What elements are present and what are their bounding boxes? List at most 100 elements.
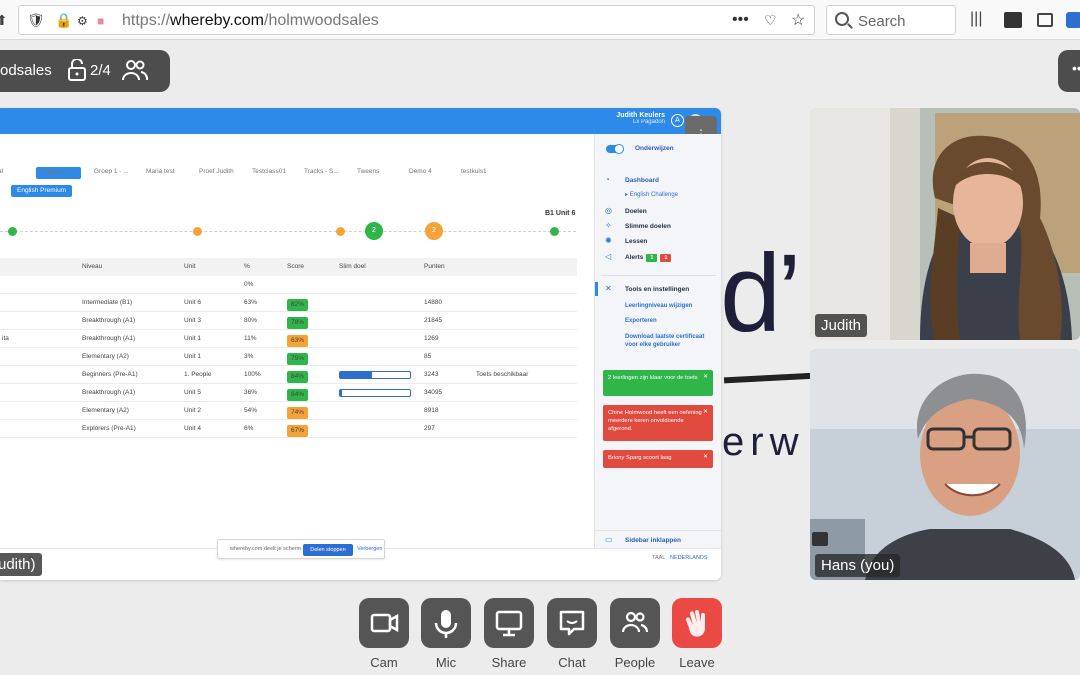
group-tab[interactable]: Testclass01 xyxy=(252,168,286,175)
group-tab[interactable]: Demo 4 xyxy=(409,168,432,175)
nav-lessons[interactable]: Lessen xyxy=(625,238,647,245)
col-smart-goal[interactable]: Slim doel xyxy=(339,263,366,270)
group-tab[interactable]: English C... xyxy=(36,167,82,179)
nav-tools[interactable]: Tools en instellingen xyxy=(625,286,689,293)
hide-button[interactable]: Verbergen xyxy=(357,546,382,552)
bookmark-star-icon[interactable]: ☆ xyxy=(791,10,805,30)
notification-incomplete[interactable]: Chine Holmwood heeft een oefening meerde… xyxy=(603,405,713,441)
link-download-certificate[interactable]: Download laatste certificaat voor elke ge… xyxy=(625,333,704,349)
table-row[interactable]: Elementary (A2) Unit 1 3% 85 75% xyxy=(0,348,577,366)
search-icon xyxy=(835,12,849,26)
user-avatar-icon[interactable]: A xyxy=(671,114,684,127)
sub-group-chip[interactable]: English Premium xyxy=(11,185,73,197)
score-badge: 74% xyxy=(287,407,308,419)
sidebar-icon[interactable] xyxy=(1037,13,1053,27)
sidebar-divider xyxy=(601,275,716,276)
nav-goals[interactable]: Doelen xyxy=(625,208,647,215)
people-button[interactable] xyxy=(610,598,660,648)
table-row[interactable]: Explorers (Pre-A1) Unit 4 6% 297 67% xyxy=(0,420,577,438)
teach-toggle[interactable] xyxy=(606,144,624,154)
timeline-dot[interactable] xyxy=(336,227,345,236)
camera-indicator-icon[interactable]: ■ xyxy=(97,14,104,28)
table-row[interactable]: Intermediate (B1) Unit 6 63% 14880 82% xyxy=(0,294,577,312)
back-arrow-icon[interactable]: ⬆ xyxy=(0,12,8,29)
room-info-pill[interactable]: odsales 2/4 xyxy=(0,50,170,92)
points-cell: 34095 xyxy=(424,389,443,396)
timeline-badge[interactable]: 2 xyxy=(365,222,383,240)
active-indicator xyxy=(595,282,598,296)
language-select[interactable]: NEDERLANDS xyxy=(670,555,708,561)
group-tab[interactable]: Groep 1 - ... xyxy=(94,168,129,175)
col-points[interactable]: Punten xyxy=(424,263,445,270)
close-icon[interactable]: ✕ xyxy=(703,408,708,416)
lock-icon[interactable]: 🔒 xyxy=(55,12,72,29)
share-button[interactable] xyxy=(484,598,534,648)
url-bar[interactable]: 🛡 🔒 ⚙ ■ https://whereby.com/holmwoodsale… xyxy=(18,5,815,35)
tools-icon: ✕ xyxy=(605,284,612,293)
close-icon[interactable]: ✕ xyxy=(703,373,708,381)
leave-button[interactable] xyxy=(672,598,722,648)
table-row[interactable]: ita Breakthrough (A1) Unit 1 11% 1269 63% xyxy=(0,330,577,348)
timeline-badge[interactable]: 2 xyxy=(425,222,443,240)
col-score[interactable]: Score xyxy=(287,263,304,270)
pocket-icon[interactable]: ♡ xyxy=(764,12,777,29)
group-tab[interactable]: al xyxy=(0,168,3,175)
col-unit[interactable]: Unit xyxy=(184,263,196,270)
percent-cell: 36% xyxy=(244,389,258,396)
extension-icon[interactable] xyxy=(1004,12,1022,28)
search-input[interactable]: Search xyxy=(826,5,956,35)
points-cell: 1269 xyxy=(424,335,439,342)
camera-source-icon[interactable] xyxy=(812,532,828,546)
link-change-level[interactable]: Leerlingniveau wijzigen xyxy=(625,302,692,310)
group-tab[interactable]: Tracks - S... xyxy=(304,168,339,175)
group-tab[interactable]: Proef Judith xyxy=(199,168,234,175)
timeline-dot[interactable] xyxy=(550,227,559,236)
stop-sharing-button[interactable]: Delen stoppen xyxy=(303,544,353,556)
group-tab[interactable]: Tweens xyxy=(357,168,379,175)
nav-dashboard-sub[interactable]: ▸ English Challenge xyxy=(625,191,678,198)
link-export[interactable]: Exporteren xyxy=(625,317,657,325)
control-label: People xyxy=(614,655,656,670)
mic-button[interactable] xyxy=(421,598,471,648)
sidebar-collapse[interactable]: ▭ Sidebar inklappen xyxy=(595,530,721,548)
people-icon[interactable] xyxy=(122,59,148,81)
student-name: ita xyxy=(2,335,9,342)
group-tab[interactable]: testkuls1 xyxy=(461,168,487,175)
unit-cell: Unit 2 xyxy=(184,407,201,414)
col-niveau[interactable]: Niveau xyxy=(82,263,102,270)
participant-count: 2/4 xyxy=(90,62,111,79)
shield-icon[interactable]: 🛡 xyxy=(27,12,45,29)
permissions-icon[interactable]: ⚙ xyxy=(77,14,88,28)
video-tile-judith[interactable]: Judith xyxy=(810,108,1080,340)
group-tabs: al English C... Groep 1 - ... Maria test Pro… xyxy=(0,167,590,182)
cam-button[interactable] xyxy=(359,598,409,648)
timeline-dot[interactable] xyxy=(193,227,202,236)
nav-alerts[interactable]: Alerts 1 1 xyxy=(625,254,672,262)
table-row[interactable]: Elementary (A2) Unit 2 54% 8918 74% xyxy=(0,402,577,420)
chat-icon xyxy=(559,610,585,636)
nav-smart-goals[interactable]: Slimme doelen xyxy=(625,223,671,230)
control-label: Leave xyxy=(679,655,715,670)
table-row[interactable]: 0% xyxy=(0,276,577,294)
percent-cell: 100% xyxy=(244,371,261,378)
chat-button[interactable] xyxy=(547,598,597,648)
table-row[interactable]: Breakthrough (A1) Unit 5 36% 34095 84% xyxy=(0,384,577,402)
notification-low-score[interactable]: Briony Sparg scoort laag ✕ xyxy=(603,450,713,468)
close-icon[interactable]: ✕ xyxy=(703,453,708,461)
timeline-dot[interactable] xyxy=(8,227,17,236)
library-icon[interactable]: ||| xyxy=(970,10,982,28)
level-cell: Breakthrough (A1) xyxy=(82,335,136,342)
more-options-button[interactable]: •• xyxy=(1058,50,1080,92)
col-percent[interactable]: % xyxy=(244,263,250,270)
account-icon[interactable] xyxy=(1066,12,1080,28)
people-icon xyxy=(621,611,649,633)
group-tab[interactable]: Maria test xyxy=(146,168,175,175)
points-cell: 21845 xyxy=(424,317,443,324)
video-tile-self[interactable]: Hans (you) xyxy=(810,349,1080,580)
table-row[interactable]: Breakthrough (A1) Unit 3 80% 21845 78% xyxy=(0,312,577,330)
nav-dashboard[interactable]: Dashboard xyxy=(625,177,659,184)
page-actions-icon[interactable]: ••• xyxy=(732,11,749,29)
table-row[interactable]: Beginners (Pre-A1) 1. People 100% 3243 Toets… xyxy=(0,366,577,384)
unlock-icon[interactable] xyxy=(68,59,86,81)
notification-ready[interactable]: 2 leerlingen zijn klaar voor de toets ✕ xyxy=(603,370,713,396)
